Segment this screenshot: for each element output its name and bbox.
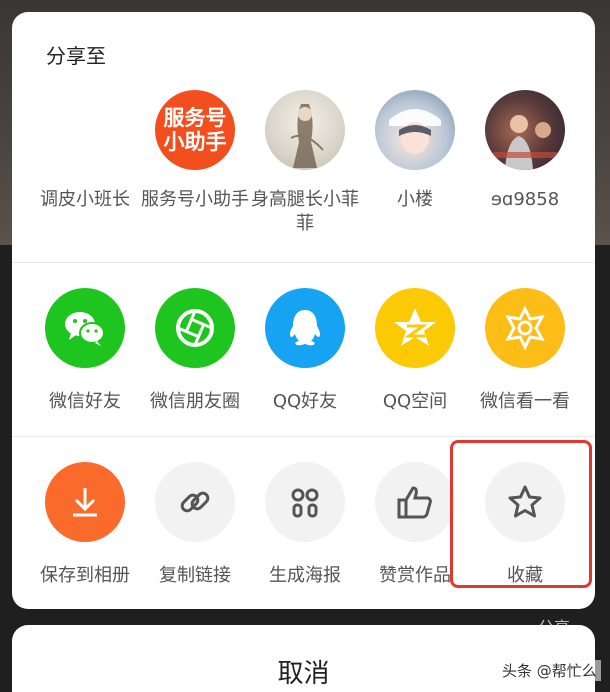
share-app-label: 微信好友 [49, 391, 121, 412]
thumbs-up-icon [375, 462, 455, 542]
contact-item[interactable]: 小楼 [360, 90, 470, 212]
avatar-photo-icon [493, 115, 557, 170]
divider [12, 262, 595, 263]
share-app-label: 微信看一看 [480, 391, 570, 412]
avatar-text-line1: 服务号 [163, 106, 227, 130]
share-wechat-look[interactable]: 微信看一看 [470, 288, 580, 414]
contact-item[interactable]: 身高腿长小菲菲 [250, 90, 360, 236]
avatar [45, 90, 125, 170]
contact-name: 调皮小班长 [40, 189, 130, 210]
avatar-illustration-icon [290, 104, 324, 168]
share-wechat-moments[interactable]: 微信朋友圈 [140, 288, 250, 414]
divider [12, 436, 595, 437]
contact-item[interactable]: ɘɑ9858 [470, 90, 580, 212]
avatar-text-line2: 小助手 [163, 130, 227, 154]
cancel-button[interactable]: 取消 [12, 625, 595, 692]
copy-link-button[interactable]: 复制链接 [140, 462, 250, 588]
contact-name: ɘɑ9858 [490, 189, 560, 210]
share-app-label: QQ好友 [272, 391, 338, 412]
share-apps-row: 微信好友 微信朋友圈 QQ好友 QQ空间 微信看一看 [12, 288, 595, 438]
contact-item[interactable]: 调皮小班长 [30, 90, 140, 212]
look-icon [485, 288, 565, 368]
action-label: 生成海报 [269, 565, 341, 586]
download-icon [45, 462, 125, 542]
share-app-label: QQ空间 [382, 391, 448, 412]
avatar [485, 90, 565, 170]
share-qzone[interactable]: QQ空间 [360, 288, 470, 414]
link-icon [155, 462, 235, 542]
avatar [265, 90, 345, 170]
share-wechat-friend[interactable]: 微信好友 [30, 288, 140, 414]
favorite-highlight-box [450, 440, 592, 588]
avatar: 服务号 小助手 [155, 90, 235, 170]
share-sheet-title: 分享至 [46, 44, 106, 68]
contact-name: 服务号小助手 [141, 189, 249, 210]
contacts-row: 调皮小班长 服务号 小助手 服务号小助手 身高腿长小菲菲 小楼 ɘɑ9858 [12, 90, 595, 262]
action-label: 复制链接 [159, 565, 231, 586]
qzone-icon [375, 288, 455, 368]
moments-icon [155, 288, 235, 368]
save-to-album-button[interactable]: 保存到相册 [30, 462, 140, 588]
qq-icon [265, 288, 345, 368]
share-qq-friend[interactable]: QQ好友 [250, 288, 360, 414]
contact-name: 身高腿长小菲菲 [251, 189, 359, 234]
avatar [375, 90, 455, 170]
avatar-photo-icon [389, 109, 441, 154]
watermark: 头条 @帮忙么 [498, 660, 601, 681]
wechat-icon [45, 288, 125, 368]
contact-name: 小楼 [397, 189, 433, 210]
contact-item[interactable]: 服务号 小助手 服务号小助手 [140, 90, 250, 212]
generate-poster-button[interactable]: 生成海报 [250, 462, 360, 588]
poster-icon [265, 462, 345, 542]
share-app-label: 微信朋友圈 [150, 391, 240, 412]
action-label: 保存到相册 [40, 565, 130, 586]
